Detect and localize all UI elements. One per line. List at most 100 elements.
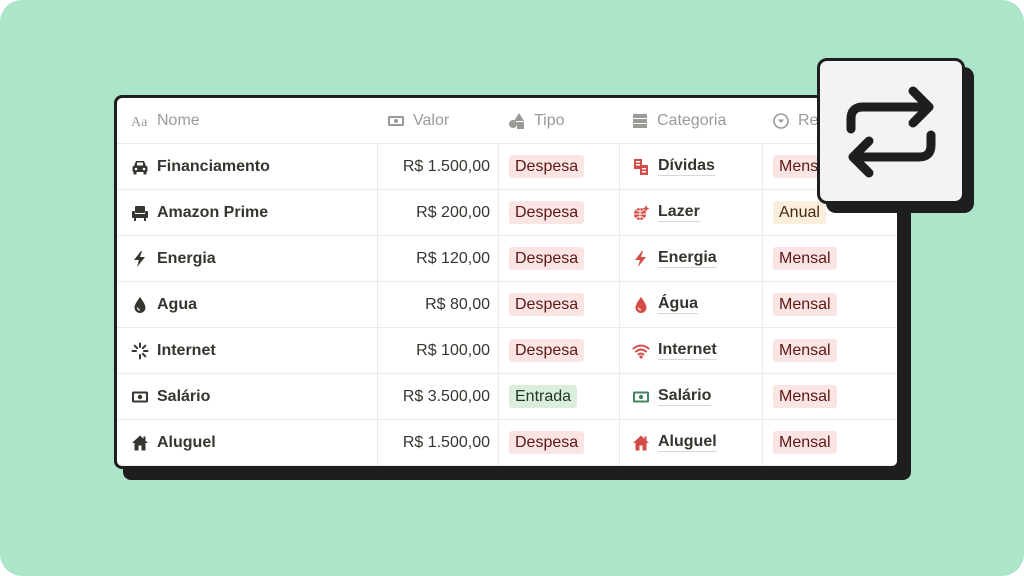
column-header-nome[interactable]: Aa Nome	[117, 98, 377, 143]
cell-valor[interactable]: R$ 200,00	[377, 190, 498, 235]
tipo-tag: Despesa	[509, 201, 585, 224]
table-header: Aa Nome Valor Tipo Categoria Re	[117, 98, 897, 144]
wifi-icon	[632, 342, 650, 360]
cell-tipo[interactable]: Entrada	[498, 374, 619, 419]
category-link[interactable]: Lazer	[658, 203, 700, 222]
text-type-icon: Aa	[131, 112, 149, 130]
tipo-tag: Despesa	[509, 339, 585, 362]
drop-icon	[131, 296, 149, 314]
cell-nome[interactable]: Energia	[117, 236, 377, 281]
lightning-icon	[632, 250, 650, 268]
lightning-icon	[131, 250, 149, 268]
tipo-tag: Despesa	[509, 247, 585, 270]
background: Aa Nome Valor Tipo Categoria Re Financia…	[0, 0, 1024, 576]
cell-nome[interactable]: Amazon Prime	[117, 190, 377, 235]
table-row[interactable]: Aluguel R$ 1.500,00 Despesa Aluguel Mens…	[117, 420, 897, 466]
category-link[interactable]: Aluguel	[658, 433, 717, 452]
category-link[interactable]: Internet	[658, 341, 717, 360]
cell-valor[interactable]: R$ 1.500,00	[377, 420, 498, 465]
recorrencia-tag: Mensal	[773, 247, 837, 270]
cell-tipo[interactable]: Despesa	[498, 144, 619, 189]
cell-nome[interactable]: Internet	[117, 328, 377, 373]
row-name: Financiamento	[157, 157, 270, 175]
cell-categoria[interactable]: Dívidas	[619, 144, 762, 189]
column-header-categoria[interactable]: Categoria	[619, 98, 762, 143]
cell-categoria[interactable]: Salário	[619, 374, 762, 419]
tipo-tag: Despesa	[509, 431, 585, 454]
column-label: Nome	[157, 111, 200, 129]
cell-categoria[interactable]: Água	[619, 282, 762, 327]
category-link[interactable]: Energia	[658, 249, 717, 268]
column-header-valor[interactable]: Valor	[377, 98, 498, 143]
table-row[interactable]: Energia R$ 120,00 Despesa Energia Mensal	[117, 236, 897, 282]
row-name: Agua	[157, 295, 197, 313]
house-icon	[131, 434, 149, 452]
cell-categoria[interactable]: Energia	[619, 236, 762, 281]
recorrencia-tag: Anual	[773, 201, 826, 224]
tipo-tag: Despesa	[509, 155, 585, 178]
table-row[interactable]: Amazon Prime R$ 200,00 Despesa Lazer Anu…	[117, 190, 897, 236]
table-row[interactable]: Financiamento R$ 1.500,00 Despesa Dívida…	[117, 144, 897, 190]
value-text: R$ 3.500,00	[402, 387, 490, 405]
cell-recorrencia[interactable]: Mensal	[762, 374, 897, 419]
banknote-icon	[387, 112, 405, 130]
row-name: Aluguel	[157, 433, 216, 451]
tipo-tag: Entrada	[509, 385, 578, 408]
value-text: R$ 80,00	[425, 295, 490, 313]
value-text: R$ 200,00	[416, 203, 490, 221]
tipo-tag: Despesa	[509, 293, 585, 316]
cell-recorrencia[interactable]: Mensal	[762, 236, 897, 281]
category-link[interactable]: Dívidas	[658, 157, 715, 176]
cell-valor[interactable]: R$ 80,00	[377, 282, 498, 327]
cell-tipo[interactable]: Despesa	[498, 236, 619, 281]
cell-categoria[interactable]: Internet	[619, 328, 762, 373]
column-label: Re	[798, 111, 819, 129]
recorrencia-tag: Mensal	[773, 431, 837, 454]
cell-valor[interactable]: R$ 3.500,00	[377, 374, 498, 419]
cell-recorrencia[interactable]: Mensal	[762, 420, 897, 465]
row-name: Salário	[157, 387, 211, 405]
cell-recorrencia[interactable]: Mensal	[762, 282, 897, 327]
cell-tipo[interactable]: Despesa	[498, 420, 619, 465]
column-label: Valor	[413, 111, 450, 129]
cell-recorrencia[interactable]: Mensal	[762, 328, 897, 373]
value-text: R$ 1.500,00	[402, 433, 490, 451]
armchair-icon	[131, 204, 149, 222]
stack-icon	[631, 112, 649, 130]
column-header-tipo[interactable]: Tipo	[498, 98, 619, 143]
row-name: Energia	[157, 249, 216, 267]
recorrencia-tag: Mensal	[773, 385, 837, 408]
column-label: Tipo	[534, 111, 565, 129]
car-icon	[131, 158, 149, 176]
cell-nome[interactable]: Aluguel	[117, 420, 377, 465]
category-link[interactable]: Água	[658, 295, 698, 314]
row-name: Internet	[157, 341, 216, 359]
cell-nome[interactable]: Financiamento	[117, 144, 377, 189]
cell-valor[interactable]: R$ 1.500,00	[377, 144, 498, 189]
select-circle-icon	[772, 112, 790, 130]
cell-valor[interactable]: R$ 100,00	[377, 328, 498, 373]
repeat-icon	[841, 81, 941, 181]
column-label: Categoria	[657, 111, 727, 129]
repeat-button[interactable]	[817, 58, 965, 204]
cell-tipo[interactable]: Despesa	[498, 190, 619, 235]
database-table: Aa Nome Valor Tipo Categoria Re Financia…	[114, 95, 900, 469]
bills-icon	[632, 158, 650, 176]
cell-categoria[interactable]: Lazer	[619, 190, 762, 235]
table-row[interactable]: Agua R$ 80,00 Despesa Água Mensal	[117, 282, 897, 328]
table-row[interactable]: Salário R$ 3.500,00 Entrada Salário Mens…	[117, 374, 897, 420]
category-link[interactable]: Salário	[658, 387, 712, 406]
banknote-icon	[632, 388, 650, 406]
cell-categoria[interactable]: Aluguel	[619, 420, 762, 465]
cell-nome[interactable]: Agua	[117, 282, 377, 327]
loading-spinner-icon	[131, 342, 149, 360]
table-row[interactable]: Internet R$ 100,00 Despesa Internet Mens…	[117, 328, 897, 374]
cell-tipo[interactable]: Despesa	[498, 282, 619, 327]
house-icon	[632, 434, 650, 452]
cell-valor[interactable]: R$ 120,00	[377, 236, 498, 281]
cell-tipo[interactable]: Despesa	[498, 328, 619, 373]
cell-nome[interactable]: Salário	[117, 374, 377, 419]
banknote-icon	[131, 388, 149, 406]
shapes-icon	[508, 112, 526, 130]
row-name: Amazon Prime	[157, 203, 269, 221]
